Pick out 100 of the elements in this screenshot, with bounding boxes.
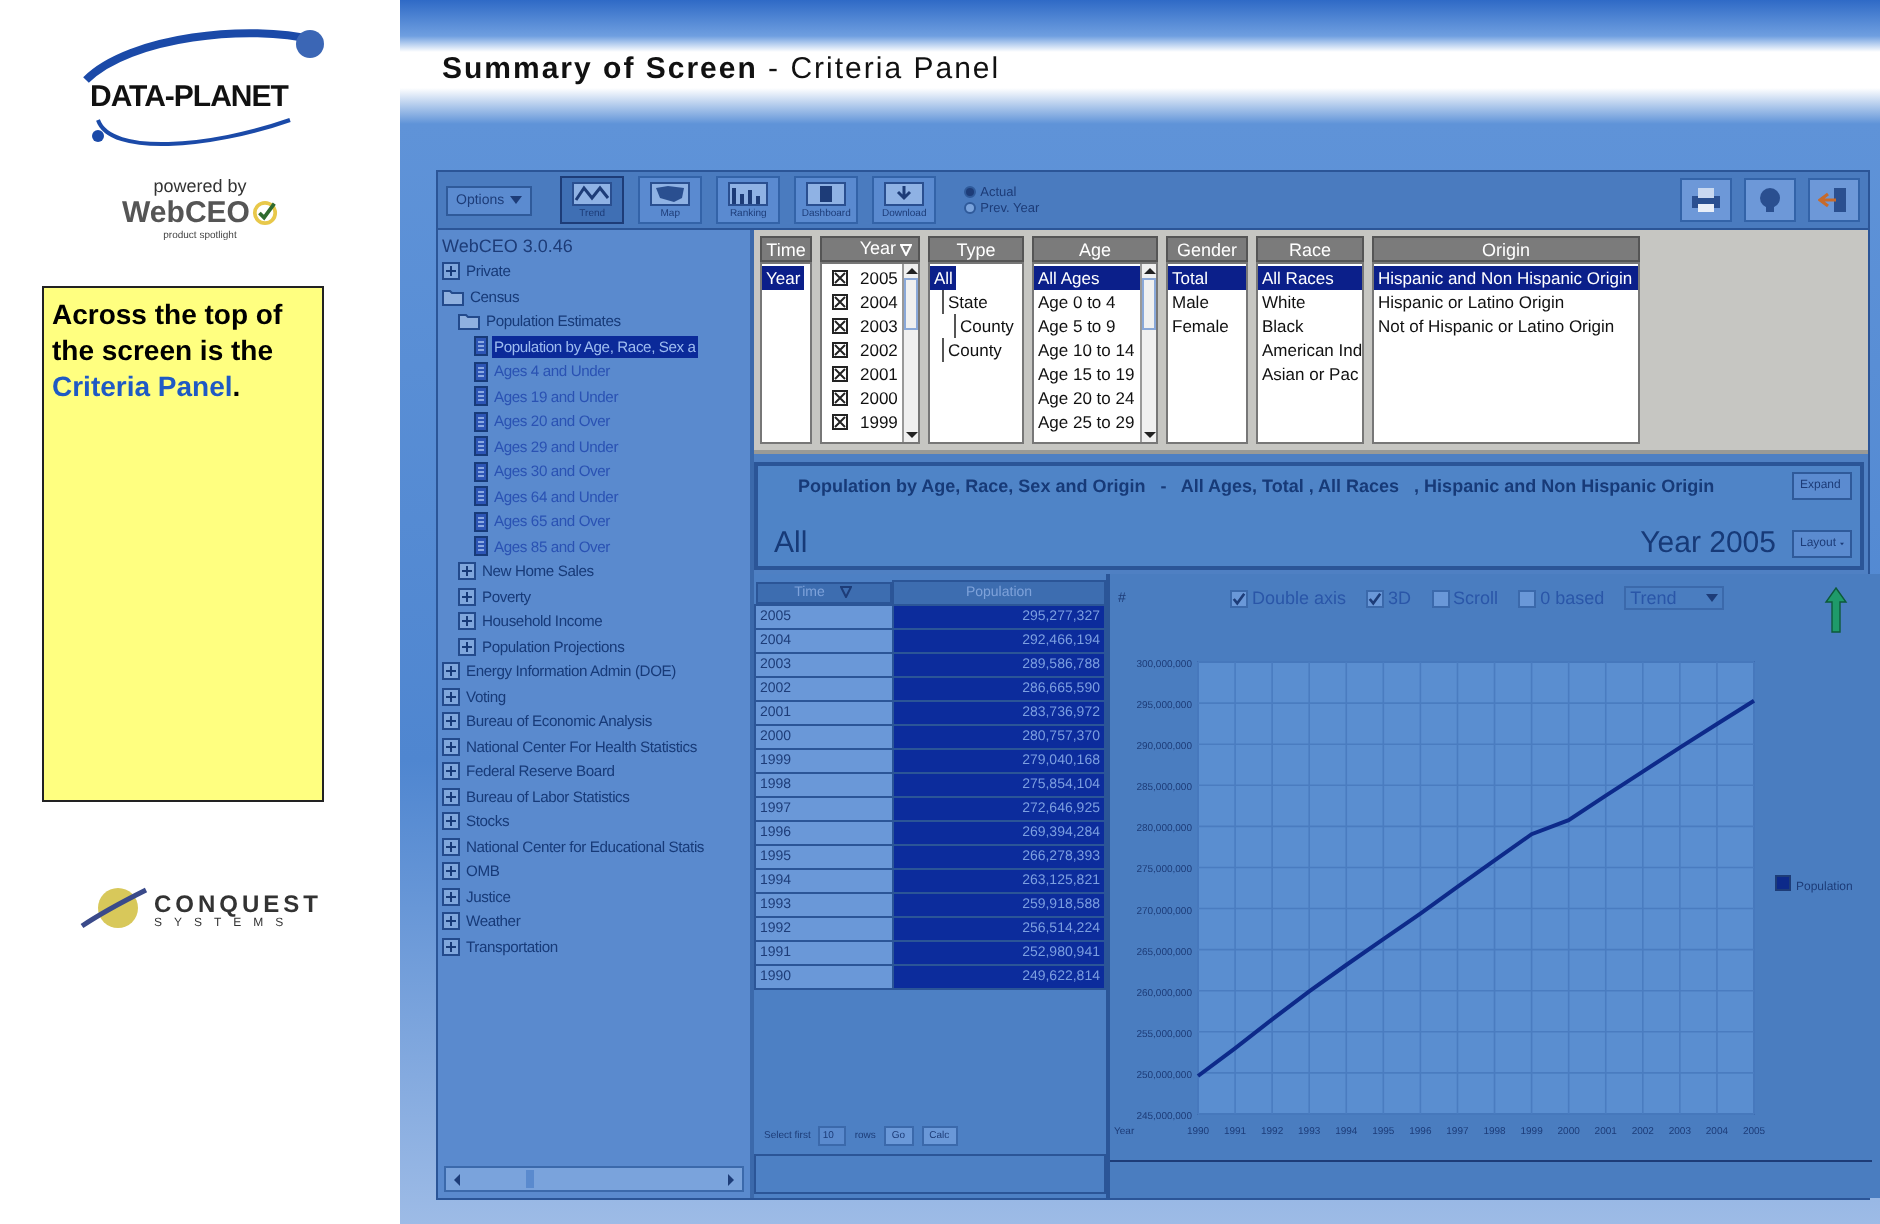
logo-text: CONQUEST bbox=[153, 890, 322, 918]
plus-box-icon[interactable] bbox=[458, 612, 476, 631]
plus-box-icon[interactable] bbox=[442, 737, 460, 756]
vertical-scrollbar[interactable] bbox=[902, 264, 918, 442]
radio-button[interactable] bbox=[964, 186, 977, 198]
list-item[interactable]: Age 15 to 19 bbox=[1034, 362, 1140, 386]
checkbox[interactable] bbox=[1230, 589, 1248, 607]
list-item[interactable]: Year bbox=[762, 266, 805, 290]
list-item[interactable]: County bbox=[954, 314, 1018, 338]
list-item[interactable]: Age 25 to 29 bbox=[1034, 410, 1140, 434]
list-item: 2004 bbox=[860, 292, 898, 312]
checkbox[interactable] bbox=[832, 414, 848, 430]
folder-icon[interactable] bbox=[442, 287, 464, 306]
plus-box-icon[interactable] bbox=[442, 862, 460, 881]
list-item: 2001 bbox=[860, 364, 898, 384]
column-header[interactable]: Year bbox=[820, 236, 920, 262]
plus-box-icon[interactable] bbox=[442, 787, 460, 806]
plus-box-icon[interactable] bbox=[442, 887, 460, 906]
column-header: Time bbox=[760, 236, 812, 262]
printer-icon bbox=[1690, 186, 1722, 214]
exit-button[interactable] bbox=[1808, 178, 1860, 222]
line-chart-icon bbox=[572, 181, 613, 205]
caret-icon bbox=[1706, 594, 1719, 602]
checkbox[interactable] bbox=[832, 366, 848, 382]
document-icon bbox=[474, 386, 488, 407]
list-item[interactable]: Not of Hispanic or Latino Origin bbox=[1374, 314, 1638, 338]
plus-box-icon[interactable] bbox=[442, 712, 460, 731]
list-item[interactable]: Age 0 to 4 bbox=[1034, 290, 1140, 314]
list-item[interactable]: Male bbox=[1168, 290, 1246, 314]
print-button[interactable] bbox=[1680, 178, 1732, 222]
list-item[interactable]: Black bbox=[1258, 314, 1362, 338]
document-icon bbox=[474, 361, 488, 382]
note-text: Across the top of the screen is the Criteria Panel. bbox=[52, 296, 285, 404]
map-icon bbox=[650, 181, 691, 205]
help-button[interactable] bbox=[1744, 178, 1796, 222]
list-item: 2000 bbox=[860, 388, 898, 408]
plus-box-icon[interactable] bbox=[442, 937, 460, 956]
list-item[interactable]: State bbox=[942, 290, 992, 314]
list-item: 2005 bbox=[860, 268, 898, 288]
list-item[interactable]: All Ages bbox=[1034, 266, 1140, 290]
list-item[interactable]: All bbox=[930, 266, 957, 290]
column-header: Age bbox=[1032, 236, 1158, 262]
plus-box-icon[interactable] bbox=[442, 762, 460, 781]
checkbox[interactable] bbox=[1431, 589, 1450, 607]
list-item[interactable]: Female bbox=[1168, 314, 1246, 338]
version-text: WebCEO 3.0.46 bbox=[442, 234, 575, 259]
checkbox[interactable] bbox=[832, 294, 848, 310]
logo-text: DATA-PLANET bbox=[90, 80, 288, 114]
plus-box-icon[interactable] bbox=[458, 587, 476, 606]
plus-box-icon[interactable] bbox=[442, 912, 460, 931]
list-item: 1999 bbox=[860, 412, 898, 432]
plus-box-icon[interactable] bbox=[442, 837, 460, 856]
list-item[interactable]: Hispanic and Non Hispanic Origin bbox=[1374, 266, 1638, 290]
column-header: Type bbox=[928, 236, 1024, 262]
column-header: Gender bbox=[1166, 236, 1248, 262]
plus-box-icon[interactable] bbox=[442, 262, 460, 281]
powered-by-text: powered by bbox=[153, 176, 247, 196]
plus-box-icon[interactable] bbox=[458, 562, 476, 581]
plus-box-icon[interactable] bbox=[442, 687, 460, 706]
document-icon bbox=[474, 486, 488, 507]
bulb-icon bbox=[1758, 186, 1782, 214]
checkbox[interactable] bbox=[832, 342, 848, 358]
plus-box-icon[interactable] bbox=[442, 812, 460, 831]
list-item[interactable]: Age 20 to 24 bbox=[1034, 386, 1140, 410]
list-item[interactable]: American Ind bbox=[1258, 338, 1362, 362]
document-icon bbox=[474, 511, 488, 532]
list-item[interactable]: Total bbox=[1168, 266, 1246, 290]
caret-icon bbox=[510, 196, 523, 204]
product-logo-text: WebCEO bbox=[122, 196, 250, 230]
vertical-scrollbar[interactable] bbox=[1140, 264, 1156, 442]
page-title: Summary of Screen - Criteria Panel bbox=[442, 52, 1003, 88]
plus-box-icon[interactable] bbox=[442, 662, 460, 681]
radio-button[interactable] bbox=[964, 202, 977, 214]
checkbox[interactable] bbox=[832, 318, 848, 334]
list-item[interactable]: All Races bbox=[1258, 266, 1362, 290]
list-item[interactable]: White bbox=[1258, 290, 1362, 314]
summary-period: Year 2005 bbox=[1640, 526, 1776, 560]
column-header: Origin bbox=[1372, 236, 1640, 262]
document-icon bbox=[474, 536, 488, 557]
summary-title: Population by Age, Race, Sex and Origin - All Ages, Total , All Races , Hispanic and Non Hispanic Origin bbox=[796, 476, 1717, 496]
plus-box-icon[interactable] bbox=[458, 637, 476, 656]
bar-chart-icon bbox=[728, 181, 769, 205]
list-item[interactable]: Age 5 to 9 bbox=[1034, 314, 1140, 338]
list-item[interactable]: County bbox=[942, 338, 1006, 362]
document-icon bbox=[474, 411, 488, 432]
dashboard-icon bbox=[806, 181, 847, 205]
sort-icon bbox=[900, 243, 912, 255]
sort-icon bbox=[840, 586, 853, 598]
list-item: 2003 bbox=[860, 316, 898, 336]
list-item[interactable]: Asian or Pac bbox=[1258, 362, 1362, 386]
folder-icon[interactable] bbox=[458, 312, 480, 331]
checkbox[interactable] bbox=[832, 270, 848, 286]
checkbox[interactable] bbox=[832, 390, 848, 406]
list-item: 2002 bbox=[860, 340, 898, 360]
checkbox[interactable] bbox=[1518, 589, 1537, 607]
horizontal-scrollbar[interactable] bbox=[444, 1166, 744, 1192]
download-icon bbox=[884, 181, 925, 205]
list-item[interactable]: Hispanic or Latino Origin bbox=[1374, 290, 1638, 314]
list-item[interactable]: Age 10 to 14 bbox=[1034, 338, 1140, 362]
checkbox[interactable] bbox=[1366, 589, 1385, 607]
